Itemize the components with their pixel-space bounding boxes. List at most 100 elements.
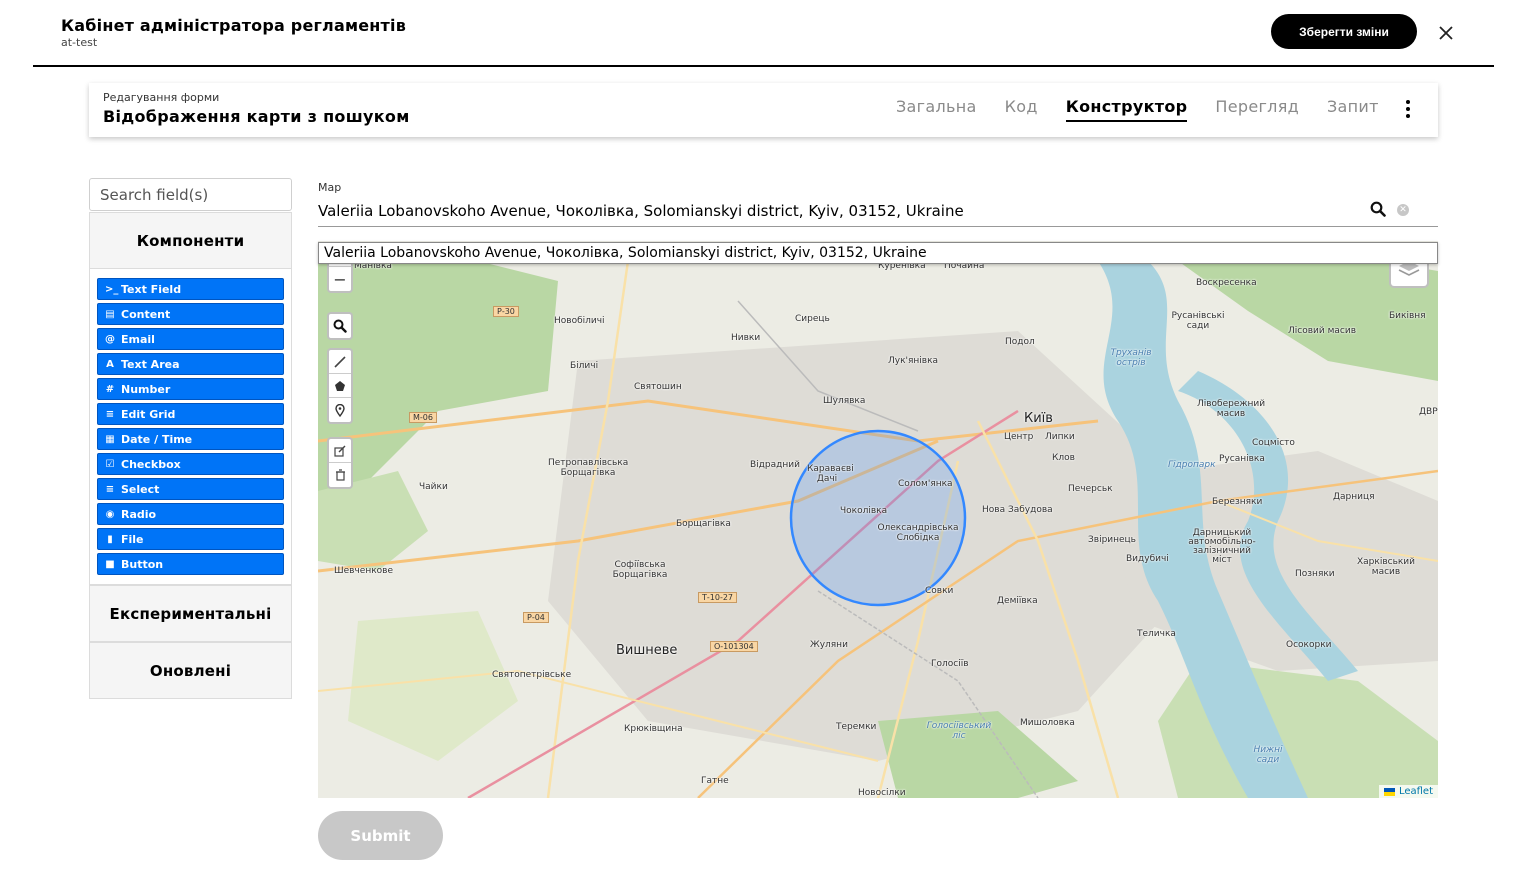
component-text-field[interactable]: >_ Text Field: [97, 278, 284, 300]
place-label: Деміївка: [997, 596, 1038, 606]
component-label: Checkbox: [121, 457, 181, 471]
draw-polygon-icon[interactable]: [329, 374, 351, 398]
place-label: Центр: [1004, 432, 1034, 442]
place-label: Биківня: [1389, 311, 1426, 321]
form-caption: Редагування форми: [103, 91, 220, 104]
edit-layers-icon[interactable]: [329, 439, 351, 463]
calendar-icon: ▦: [105, 433, 115, 445]
place-label: Петропавлівська Борщагівка: [548, 458, 629, 478]
place-label: Воскресенка: [1196, 278, 1257, 288]
form-editor-header: Редагування форми Відображення карти з п…: [89, 83, 1438, 137]
place-label: Відрадний: [750, 460, 800, 470]
list-icon: ≡: [105, 408, 115, 420]
tab-preview[interactable]: Перегляд: [1215, 97, 1299, 122]
place-label: Видубичі: [1126, 554, 1169, 564]
search-fields-input[interactable]: [89, 178, 292, 211]
component-file[interactable]: ▮ File: [97, 528, 284, 550]
zoom-out-icon[interactable]: −: [329, 267, 351, 291]
component-date-time[interactable]: ▦ Date / Time: [97, 428, 284, 450]
component-number[interactable]: # Number: [97, 378, 284, 400]
component-email[interactable]: @ Email: [97, 328, 284, 350]
place-label: Подол: [1005, 337, 1035, 347]
place-label: Чоколівка: [840, 506, 888, 516]
checkbox-icon: ☑: [105, 458, 115, 470]
app-subtitle: at-test: [61, 36, 98, 49]
place-label: Крюківщина: [624, 724, 683, 734]
map-field-label: Map: [318, 181, 342, 194]
terminal-icon: >_: [105, 283, 119, 295]
component-label: Date / Time: [121, 432, 193, 446]
delete-layers-icon[interactable]: [329, 463, 351, 487]
place-label: Вишневе: [616, 643, 678, 658]
place-label: Лісовий масив: [1288, 326, 1356, 336]
tab-constructor[interactable]: Конструктор: [1065, 97, 1188, 122]
tab-code[interactable]: Код: [1005, 97, 1038, 122]
place-label: Клов: [1052, 453, 1075, 463]
close-icon[interactable]: [1435, 20, 1457, 46]
font-icon: A: [106, 358, 114, 370]
map-attribution[interactable]: Leaflet: [1378, 785, 1438, 798]
form-name: Відображення карти з пошуком: [103, 107, 410, 126]
place-label: Чайки: [419, 482, 448, 492]
place-label: Совки: [925, 586, 954, 596]
place-label: Нивки: [731, 333, 761, 343]
place-label: Липки: [1045, 432, 1075, 442]
road-label: О-101304: [710, 641, 758, 652]
clear-icon[interactable]: ✕: [1397, 204, 1409, 216]
save-changes-button[interactable]: Зберегти зміни: [1271, 14, 1417, 49]
component-label: Number: [121, 382, 171, 396]
road-label: Р-30: [493, 306, 519, 317]
group-components-header[interactable]: Компоненти: [89, 212, 292, 269]
group-updated-header[interactable]: Оновлені: [89, 642, 292, 699]
place-label: Русанівка: [1219, 454, 1265, 464]
component-label: Select: [121, 482, 160, 496]
component-checkbox[interactable]: ☑ Checkbox: [97, 453, 284, 475]
submit-button[interactable]: Submit: [318, 811, 443, 860]
radio-icon: ◉: [105, 508, 115, 520]
address-suggestion[interactable]: Valeriia Lobanovskoho Avenue, Чоколівка,…: [318, 242, 1438, 264]
tab-general[interactable]: Загальна: [896, 97, 977, 122]
component-radio[interactable]: ◉ Radio: [97, 503, 284, 525]
draw-marker-icon[interactable]: [329, 398, 351, 422]
component-button[interactable]: ■ Button: [97, 553, 284, 575]
hash-icon: #: [105, 383, 115, 395]
draw-toolbar: [327, 348, 353, 424]
component-text-area[interactable]: A Text Area: [97, 353, 284, 375]
component-sidebar: Компоненти >_Text Field ▤ Content @ Email A Te…: [89, 178, 292, 699]
place-label: Гатне: [701, 776, 729, 786]
more-options-icon[interactable]: [1399, 97, 1417, 121]
component-edit-grid[interactable]: ≡ Edit Grid: [97, 403, 284, 425]
place-label: Русанівські сади: [1171, 311, 1225, 331]
place-label: Печерськ: [1068, 484, 1113, 494]
place-label: ДВР: [1419, 407, 1438, 417]
component-select[interactable]: ≡ Select: [97, 478, 284, 500]
tab-request[interactable]: Запит: [1327, 97, 1379, 122]
map-tiles: [318, 241, 1438, 798]
place-label: Жуляни: [810, 640, 848, 650]
place-label: Звіринець: [1088, 535, 1136, 545]
place-label: Гідропарк: [1168, 460, 1216, 470]
place-label: Голосіїв: [931, 659, 969, 669]
file-icon: ▮: [107, 533, 113, 545]
place-label: Біличі: [570, 361, 599, 371]
top-header: Кабінет адміністратора регламентів at-te…: [33, 0, 1494, 67]
map-search-icon[interactable]: [329, 314, 351, 338]
place-label: Новобіличі: [554, 316, 605, 326]
list-icon: ≡: [105, 483, 115, 495]
component-label: File: [121, 532, 144, 546]
at-icon: @: [105, 333, 115, 345]
stop-icon: ■: [105, 558, 115, 570]
component-label: Text Area: [121, 357, 180, 371]
components-list: >_ Text Field ▤ Content @ Email A Text Area # Num…: [89, 269, 292, 585]
group-experimental-header[interactable]: Експериментальні: [89, 585, 292, 642]
attribution-link[interactable]: Leaflet: [1399, 786, 1433, 797]
component-content[interactable]: ▤ Content: [97, 303, 284, 325]
app-title: Кабінет адміністратора регламентів: [61, 16, 407, 35]
map-address-input[interactable]: [318, 196, 1438, 227]
draw-polyline-icon[interactable]: [329, 350, 351, 374]
component-label: Edit Grid: [121, 407, 176, 421]
search-icon[interactable]: [1370, 201, 1386, 217]
place-label: Березняки: [1212, 497, 1263, 507]
map-view[interactable]: Київ Вишневе Воскресенка Русанівські сад…: [318, 241, 1438, 798]
place-label: Караваєві Дачі: [807, 464, 854, 484]
